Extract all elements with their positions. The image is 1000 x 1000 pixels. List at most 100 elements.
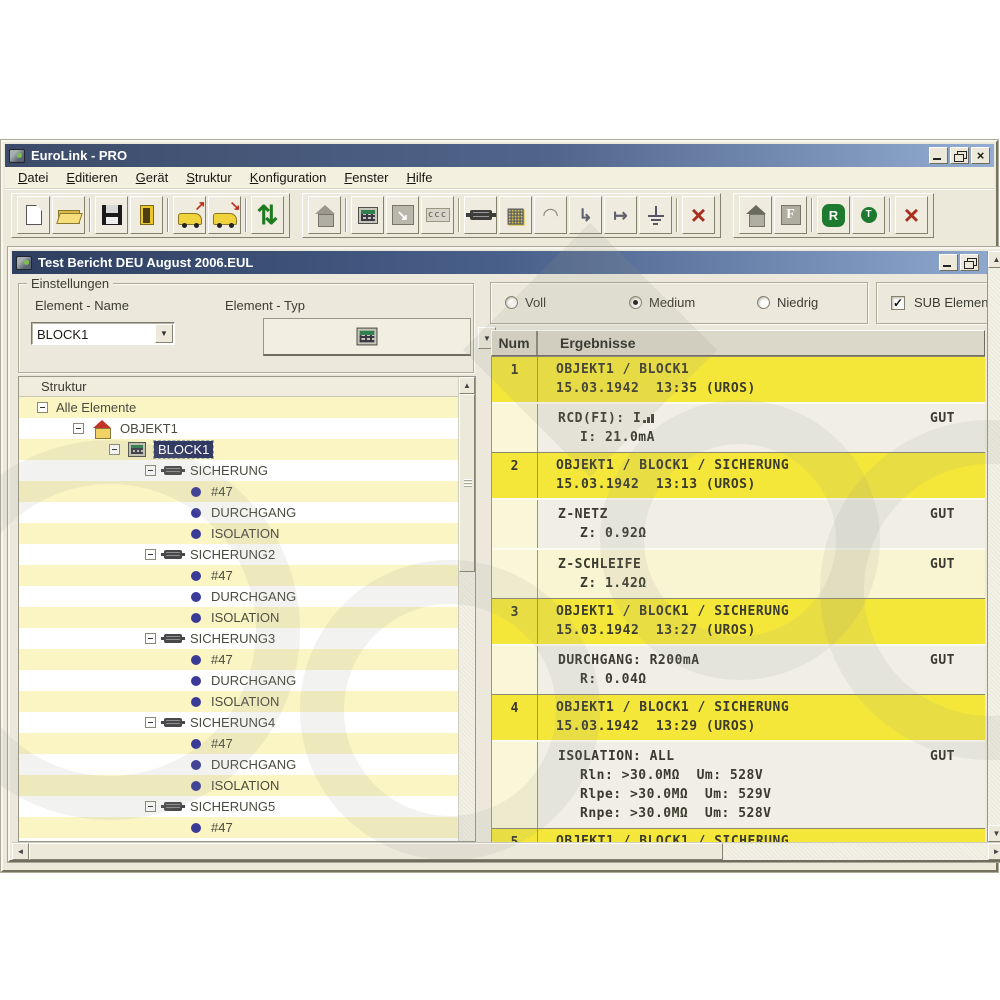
result-row[interactable]: 1 OBJEKT1 / BLOCK1 15.03.1942 13:35 (URO… bbox=[492, 356, 985, 452]
results-ergebnisse-header[interactable]: Ergebnisse bbox=[538, 331, 984, 355]
tree-item[interactable]: SICHERUNG5 bbox=[19, 796, 458, 817]
radio-icon[interactable] bbox=[505, 296, 518, 309]
toolbar-button[interactable]: ccc bbox=[421, 196, 454, 234]
tree-expand-icon[interactable] bbox=[145, 633, 156, 644]
tree-item[interactable]: ISOLATION bbox=[19, 775, 458, 796]
tree-item[interactable]: OBJEKT1 bbox=[19, 418, 458, 439]
toolbar-button[interactable]: × bbox=[682, 196, 715, 234]
toolbar-button[interactable]: F bbox=[774, 196, 807, 234]
scroll-down-icon[interactable]: ▼ bbox=[988, 825, 1000, 842]
toolbar-button[interactable]: ▦ bbox=[499, 196, 532, 234]
toolbar-button[interactable]: ⇅ bbox=[251, 196, 284, 234]
tree-item[interactable]: Alle Elemente bbox=[19, 397, 458, 418]
tree-expand-icon[interactable] bbox=[37, 402, 48, 413]
measurement-block[interactable]: DURCHGANG: R200mA GUT R: 0.04Ω bbox=[492, 644, 985, 694]
tree-scrollbar-thumb[interactable] bbox=[459, 394, 475, 572]
tree-item[interactable]: #47 bbox=[19, 733, 458, 754]
toolbar-button[interactable] bbox=[639, 196, 672, 234]
tree-item[interactable]: SICHERUNG4 bbox=[19, 712, 458, 733]
tree-scrollbar[interactable]: ▲ bbox=[458, 377, 475, 841]
toolbar-button[interactable] bbox=[308, 196, 341, 234]
scroll-left-icon[interactable]: ◄ bbox=[12, 843, 29, 860]
measurement-block[interactable]: Z-SCHLEIFE GUT Z: 1.42Ω bbox=[492, 548, 985, 598]
results-scrollbar[interactable]: ▲ ▼ bbox=[987, 251, 1000, 842]
toolbar-button[interactable]: ↘ bbox=[208, 196, 241, 234]
scroll-right-icon[interactable]: ► bbox=[988, 843, 1000, 860]
toolbar-button[interactable]: ◠ bbox=[534, 196, 567, 234]
document-titlebar[interactable]: Test Bericht DEU August 2006.EUL bbox=[12, 251, 1000, 274]
radio-niedrig[interactable]: Niedrig bbox=[757, 295, 818, 310]
main-titlebar[interactable]: EuroLink - PRO × bbox=[5, 144, 994, 167]
tree-item[interactable]: #47 bbox=[19, 481, 458, 502]
checkbox-checked-icon[interactable]: ✓ bbox=[891, 296, 905, 310]
doc-minimize-button[interactable] bbox=[939, 254, 958, 271]
menu-item[interactable]: Fenster bbox=[335, 167, 397, 188]
toolbar-button[interactable] bbox=[95, 196, 128, 234]
radio-selected-icon[interactable] bbox=[629, 296, 642, 309]
tree-expand-icon[interactable] bbox=[145, 465, 156, 476]
result-row[interactable]: 2 OBJEKT1 / BLOCK1 / SICHERUNG 15.03.194… bbox=[492, 452, 985, 598]
toolbar-button[interactable] bbox=[351, 196, 384, 234]
toolbar-button[interactable]: T bbox=[852, 196, 885, 234]
menu-item[interactable]: Hilfe bbox=[397, 167, 441, 188]
tree-expand-icon[interactable] bbox=[145, 717, 156, 728]
tree-item[interactable]: SICHERUNG bbox=[19, 460, 458, 481]
tree-item[interactable]: DURCHGANG bbox=[19, 502, 458, 523]
tree-item[interactable]: SICHERUNG3 bbox=[19, 628, 458, 649]
results-num-header[interactable]: Num bbox=[492, 331, 538, 355]
result-row[interactable]: 4 OBJEKT1 / BLOCK1 / SICHERUNG 15.03.194… bbox=[492, 694, 985, 828]
tree-expand-icon[interactable] bbox=[145, 801, 156, 812]
menu-item[interactable]: Gerät bbox=[127, 167, 178, 188]
tree-item[interactable]: DURCHGANG bbox=[19, 586, 458, 607]
tree-item[interactable]: ISOLATION bbox=[19, 607, 458, 628]
toolbar-button[interactable] bbox=[464, 196, 497, 234]
toolbar-button[interactable]: R bbox=[817, 196, 850, 234]
tree-expand-icon[interactable] bbox=[73, 423, 84, 434]
combobox-dropdown-icon[interactable]: ▼ bbox=[155, 324, 173, 343]
horizontal-scrollbar-thumb[interactable] bbox=[29, 843, 723, 860]
toolbar-button[interactable]: × bbox=[895, 196, 928, 234]
tree-item[interactable]: ISOLATION bbox=[19, 691, 458, 712]
toolbar-button[interactable]: ↦ bbox=[604, 196, 637, 234]
tree-expand-icon[interactable] bbox=[109, 444, 120, 455]
radio-icon[interactable] bbox=[757, 296, 770, 309]
result-row[interactable]: 5 OBJEKT1 / BLOCK1 / SICHERUNG bbox=[492, 828, 985, 842]
sub-element-checkbox[interactable]: ✓ SUB Elemente bbox=[891, 295, 999, 310]
result-row[interactable]: 3 OBJEKT1 / BLOCK1 / SICHERUNG 15.03.194… bbox=[492, 598, 985, 694]
minimize-button[interactable] bbox=[929, 147, 948, 164]
scroll-up-icon[interactable]: ▲ bbox=[459, 377, 475, 394]
horizontal-scrollbar[interactable]: ◄ ► bbox=[12, 842, 1000, 860]
radio-voll[interactable]: Voll bbox=[505, 295, 546, 310]
close-button[interactable]: × bbox=[971, 147, 990, 164]
element-name-combobox[interactable]: BLOCK1 ▼ bbox=[31, 322, 175, 345]
menu-item[interactable]: Konfiguration bbox=[241, 167, 336, 188]
toolbar-button[interactable] bbox=[17, 196, 50, 234]
tree-item[interactable]: DURCHGANG bbox=[19, 670, 458, 691]
tree-item[interactable]: SICHERUNG2 bbox=[19, 544, 458, 565]
element-typ-dropdown[interactable]: ▼ bbox=[263, 318, 471, 356]
menu-item[interactable]: Datei bbox=[9, 167, 57, 188]
toolbar-button[interactable] bbox=[739, 196, 772, 234]
toolbar-button[interactable] bbox=[52, 196, 85, 234]
restore-button[interactable] bbox=[950, 147, 969, 164]
measurement-block[interactable]: Z-NETZ GUT Z: 0.92Ω bbox=[492, 498, 985, 548]
measurement-block[interactable]: ISOLATION: ALL GUT Rln: >30.0MΩ Um: 528V bbox=[492, 740, 985, 828]
measurement-block[interactable]: RCD(FI): I GUT I: 21.0mA bbox=[492, 402, 985, 452]
scroll-up-icon[interactable]: ▲ bbox=[988, 251, 1000, 268]
radio-medium[interactable]: Medium bbox=[629, 295, 695, 310]
scrollbar-track[interactable] bbox=[723, 843, 988, 860]
toolbar-button[interactable] bbox=[130, 196, 163, 234]
toolbar-button[interactable]: ↗ bbox=[173, 196, 206, 234]
tree-item[interactable]: #47 bbox=[19, 649, 458, 670]
tree-expand-icon[interactable] bbox=[145, 549, 156, 560]
menu-item[interactable]: Editieren bbox=[57, 167, 126, 188]
doc-restore-button[interactable] bbox=[960, 254, 979, 271]
toolbar-button[interactable]: ↳ bbox=[569, 196, 602, 234]
toolbar-button[interactable]: ↘ bbox=[386, 196, 419, 234]
tree-item[interactable]: BLOCK1 bbox=[19, 439, 458, 460]
tree-item[interactable]: #47 bbox=[19, 817, 458, 838]
tree-item[interactable]: #47 bbox=[19, 565, 458, 586]
tree-item[interactable]: ISOLATION bbox=[19, 523, 458, 544]
menu-item[interactable]: Struktur bbox=[177, 167, 241, 188]
tree-item[interactable]: DURCHGANG bbox=[19, 754, 458, 775]
